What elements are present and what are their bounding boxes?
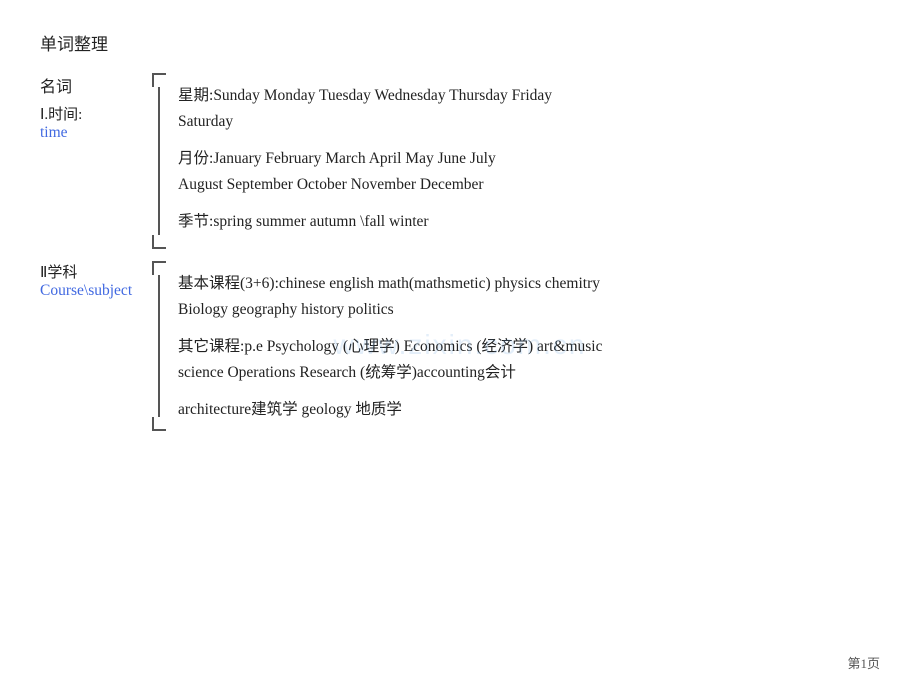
subject-bracket-middle	[158, 275, 160, 417]
other-courses2: science Operations Research (统筹学)account…	[178, 364, 516, 381]
subject-bracket-top	[152, 261, 166, 275]
months-content: January February March April May June Ju…	[213, 150, 495, 167]
seasons-label: 季节:	[178, 213, 213, 230]
seasons-content: spring summer autumn \fall winter	[213, 213, 428, 230]
months-label: 月份:	[178, 150, 213, 167]
time-label: time	[40, 124, 150, 142]
other-courses3: architecture建筑学 geology 地质学	[178, 401, 402, 418]
roman-time-label: Ⅰ.时间:	[40, 103, 150, 124]
months-row: 月份:January February March April May June…	[178, 140, 880, 203]
noun-label: 名词	[40, 73, 150, 97]
subject-bracket-bottom	[152, 417, 166, 431]
subject-left-label: Ⅱ学科 Course\subject	[40, 261, 150, 300]
page-title: 单词整理	[40, 30, 880, 55]
days-row: 星期:Sunday Monday Tuesday Wednesday Thurs…	[178, 77, 880, 140]
noun-bracket	[150, 73, 168, 249]
noun-bracket-content: 星期:Sunday Monday Tuesday Wednesday Thurs…	[178, 73, 880, 249]
months-content2: August September October November Decemb…	[178, 176, 484, 193]
subject-right-content: 基本课程(3+6):chinese english math(mathsmeti…	[150, 261, 880, 431]
other-courses3-row: architecture建筑学 geology 地质学	[178, 391, 880, 427]
saturday-label: Saturday	[178, 113, 233, 130]
subject-bracket-content: 基本课程(3+6):chinese english math(mathsmeti…	[178, 261, 880, 431]
other-courses-row: 其它课程:p.e Psychology (心理学) Economics (经济学…	[178, 328, 880, 391]
other-label: 其它课程:	[178, 338, 244, 355]
days-label: 星期:	[178, 87, 213, 104]
bracket-top	[152, 73, 166, 87]
days-content: Sunday Monday Tuesday Wednesday Thursday…	[213, 87, 552, 104]
seasons-row: 季节:spring summer autumn \fall winter	[178, 203, 880, 245]
noun-left-label: 名词 Ⅰ.时间: time	[40, 73, 150, 142]
roman-subject-label: Ⅱ学科	[40, 261, 150, 282]
subject-bracket	[150, 261, 168, 431]
basic-courses: chinese english math(mathsmetic) physics…	[279, 275, 600, 292]
bracket-middle	[158, 87, 160, 235]
bracket-bottom	[152, 235, 166, 249]
noun-section: 名词 Ⅰ.时间: time 星期:Sunday Monday Tuesday W…	[40, 73, 880, 249]
other-courses: p.e Psychology (心理学) Economics (经济学) art…	[244, 338, 602, 355]
basic-courses-row: 基本课程(3+6):chinese english math(mathsmeti…	[178, 265, 880, 328]
subject-section: Ⅱ学科 Course\subject 基本课程(3+6):chinese eng…	[40, 261, 880, 431]
noun-right-content: 星期:Sunday Monday Tuesday Wednesday Thurs…	[150, 73, 880, 249]
basic-label: 基本课程(3+6):	[178, 275, 279, 292]
subject-blue-label: Course\subject	[40, 282, 150, 300]
basic-courses2: Biology geography history politics	[178, 301, 394, 318]
page-number: 第1页	[847, 653, 880, 672]
